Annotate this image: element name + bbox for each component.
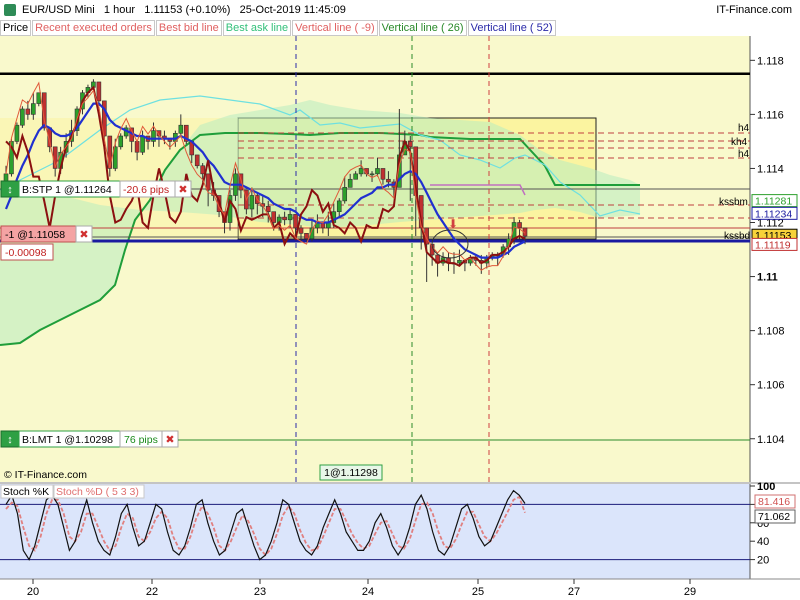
- hline-label-kssbm: kssbm: [719, 197, 748, 208]
- candle-body-4: [25, 108, 31, 115]
- ytick-label-5: 1.108: [757, 326, 785, 338]
- limit-order-ticket[interactable]: ↕ B:LMT 1 @1.10298 76 pips ✖: [0, 430, 179, 448]
- hline-label-kh4: kh4: [731, 137, 748, 148]
- executed-order-marker[interactable]: 1@1.11298: [319, 464, 383, 481]
- hline-label-kssbd: kssbd: [724, 231, 750, 242]
- candle-body-70: [386, 178, 391, 183]
- price-tag-0: 1.11281: [751, 194, 798, 208]
- price-tag-text-0: 1.11281: [755, 196, 792, 208]
- xtick-label-2: 23: [254, 586, 266, 598]
- candle-body-51: [282, 216, 287, 221]
- ytick-label-7: 1.104: [757, 434, 785, 446]
- candle-body-48: [265, 205, 271, 212]
- candle-body-68: [375, 168, 380, 175]
- hline-label-h4-top: h4: [738, 123, 750, 134]
- price-tag-text-3: 1.11119: [755, 239, 791, 251]
- candle-body-53: [293, 214, 298, 229]
- stoch-tick-label-0: 100: [757, 481, 775, 493]
- executed-order-label: 1@1.11298: [324, 467, 378, 479]
- candle-body-67: [369, 173, 375, 176]
- candle-body-37: [205, 173, 211, 191]
- limit-order-pips: 76 pips: [124, 434, 158, 446]
- limit-order-label: B:LMT 1 @1.10298: [22, 434, 113, 446]
- candle-body-49: [271, 211, 276, 223]
- candle-body-83: [457, 260, 462, 264]
- candle-21: [118, 133, 124, 150]
- candle-body-21: [118, 135, 124, 148]
- candle-body-69: [380, 168, 386, 180]
- stop-order-label: B:STP 1 @1.11264: [22, 184, 112, 196]
- candle-body-25: [140, 135, 145, 153]
- candle-33: [183, 124, 189, 145]
- candle-body-32: [178, 124, 184, 134]
- candle-body-35: [194, 154, 200, 167]
- drag-arrows-icon[interactable]: ↕: [7, 184, 13, 196]
- xtick-label-0: 20: [27, 586, 39, 598]
- limit-order-close-icon[interactable]: ✖: [165, 433, 174, 446]
- stop-order-close-icon[interactable]: ✖: [178, 183, 187, 196]
- candle-body-45: [249, 195, 255, 210]
- stoch-d-value: 81.416: [758, 496, 790, 508]
- xtick-label-3: 24: [362, 586, 374, 598]
- candle-body-64: [353, 173, 358, 180]
- price-axis-bg: [750, 36, 800, 482]
- candle-body-2: [14, 124, 20, 142]
- hline-label-h4-bottom: h4: [738, 149, 750, 160]
- stoch-tick-label-3: 40: [757, 536, 769, 548]
- copyright-watermark: © IT-Finance.com: [4, 469, 87, 481]
- ytick-label-1: 1.116: [757, 109, 784, 121]
- price-tag-3: 1.11119: [751, 237, 798, 251]
- ytick-label-6: 1.106: [757, 380, 785, 392]
- candle-body-17: [96, 81, 102, 102]
- candle-body-3: [20, 108, 25, 126]
- xtick-label-4: 25: [472, 586, 484, 598]
- candle-body-36: [200, 165, 205, 175]
- stoch-tick-label-4: 20: [757, 555, 769, 567]
- candle-body-5: [31, 103, 36, 115]
- stoch-d-title: Stoch %D ( 5 3 3): [56, 486, 139, 498]
- candle-body-54: [298, 227, 304, 234]
- price-tag-text-1: 1.11234: [755, 208, 792, 220]
- xtick-label-6: 29: [684, 586, 696, 598]
- candle-body-24: [134, 141, 140, 153]
- candle-body-94: [517, 222, 522, 229]
- candle-body-55: [304, 233, 309, 240]
- xtick-label-1: 22: [146, 586, 158, 598]
- candle-2: [14, 122, 20, 145]
- drag-arrows-icon-limit[interactable]: ↕: [7, 434, 13, 446]
- price-tag-1: 1.11234: [751, 206, 798, 220]
- stop-order-ticket[interactable]: ↕ B:STP 1 @1.11264 -20.6 pips ✖: [0, 180, 192, 198]
- ytick-label-2: 1.114: [757, 163, 784, 175]
- price-chart[interactable]: 1.1181.1161.1141.1121.111.1081.1061.104 …: [0, 0, 800, 600]
- stop-order-pips: -20.6 pips: [123, 184, 169, 196]
- ytick-label-0: 1.118: [757, 55, 784, 67]
- candle-body-74: [407, 141, 413, 148]
- xtick-label-5: 27: [568, 586, 580, 598]
- position-pnl: -0.00098: [5, 247, 47, 259]
- stoch-k-value: 71.062: [758, 511, 790, 523]
- chart-window: EUR/USD Mini 1 hour 1.11153 (+0.10%) 25-…: [0, 0, 800, 600]
- candle-body-52: [287, 214, 293, 221]
- candle-body-63: [347, 178, 353, 188]
- candle-body-62: [342, 187, 348, 202]
- stoch-k-title: Stoch %K: [3, 486, 49, 498]
- down-arrow-icon: ⬇: [448, 217, 458, 231]
- ytick-label-4: 1.11: [757, 272, 778, 284]
- time-axis: 20 22 23 24 25 27 29: [27, 579, 696, 598]
- candle-3: [20, 106, 25, 128]
- position-label: -1 @1.11058: [5, 229, 65, 241]
- candle-body-65: [358, 168, 364, 175]
- candle-body-61: [336, 200, 342, 212]
- position-close-icon[interactable]: ✖: [79, 228, 88, 241]
